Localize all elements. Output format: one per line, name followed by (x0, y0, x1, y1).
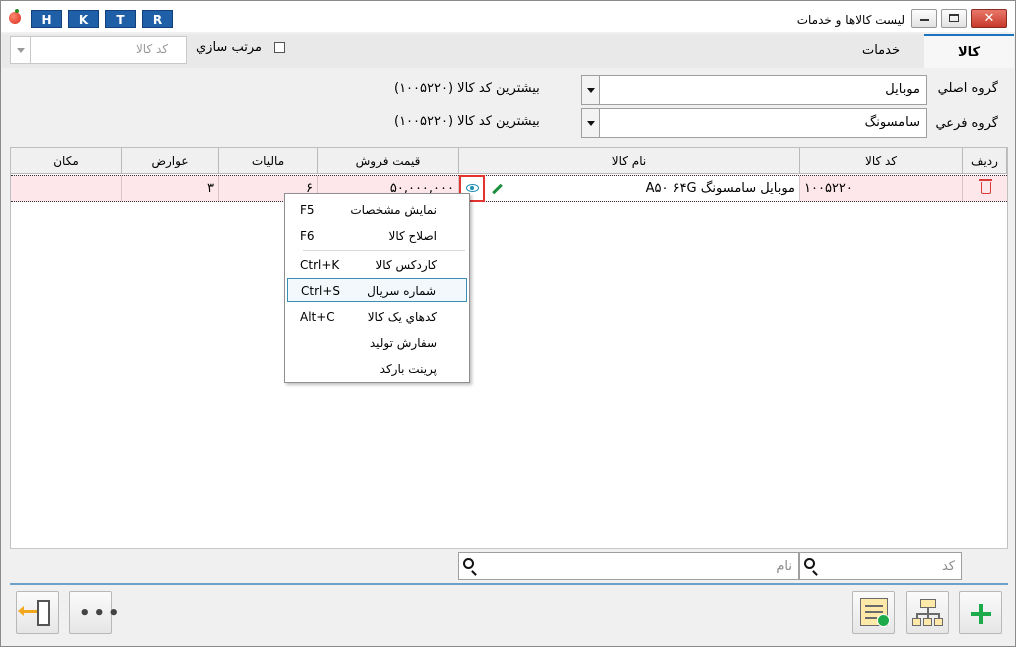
footer-divider (10, 583, 1008, 585)
close-button[interactable]: ✕ (971, 9, 1007, 28)
column-header-price[interactable]: قيمت فروش (318, 148, 459, 174)
exit-arrow-icon (18, 606, 37, 616)
search-bar: نام کد (10, 548, 1008, 582)
menu-item-edit-goods[interactable]: اصلاح کالا F6 (287, 224, 467, 248)
group-tree-button[interactable] (906, 591, 949, 634)
menu-item-shortcut: F6 (300, 229, 315, 243)
menu-item-print-barcode[interactable]: پرينت بارکد (287, 357, 467, 381)
main-group-max-code: بيشترين کد کالا (۱۰۰۵۲۲۰) (394, 81, 540, 96)
add-goods-button[interactable] (959, 591, 1002, 634)
close-icon: ✕ (983, 11, 995, 26)
eye-icon (466, 184, 479, 192)
main-group-select[interactable]: موبايل (581, 75, 927, 105)
sub-group-value: سامسونگ (864, 115, 920, 130)
menu-item-label: سفارش توليد (369, 336, 437, 350)
menu-item-goods-cardex[interactable]: کاردکس کالا Ctrl+K (287, 253, 467, 277)
maximize-icon (949, 14, 959, 22)
search-icon (804, 558, 815, 569)
menu-item-label: نمايش مشخصات (350, 203, 437, 217)
sub-group-label: گروه فرعي (935, 116, 998, 131)
column-header-location[interactable]: مکان (11, 148, 122, 174)
more-dots-icon: ••• (79, 603, 123, 624)
cell-location (11, 176, 122, 201)
sort-field-select[interactable]: کد کالا (10, 36, 187, 64)
menu-item-serial-number[interactable]: شماره سريال Ctrl+S (287, 278, 467, 302)
tree-child-icon (934, 618, 943, 626)
menu-item-show-details[interactable]: نمايش مشخصات F5 (287, 198, 467, 222)
name-search-placeholder: نام (776, 559, 792, 574)
menu-item-label: کدهاي يک کالا (367, 310, 437, 324)
menu-item-shortcut: F5 (300, 203, 315, 217)
menu-item-label: پرينت بارکد (379, 362, 437, 376)
menu-item-goods-codes[interactable]: کدهاي يک کالا Alt+C (287, 305, 467, 329)
main-group-value: موبايل (885, 82, 920, 97)
edit-pencil-icon[interactable] (492, 183, 503, 195)
menu-item-shortcut: Ctrl+S (301, 284, 341, 298)
code-search-input[interactable]: کد (799, 552, 962, 580)
goods-grid: مکان عوارض ماليات قيمت فروش نام کالا کد … (10, 147, 1008, 549)
chevron-down-icon (11, 37, 31, 63)
more-options-button[interactable]: ••• (69, 591, 120, 634)
sub-group-max-code: بيشترين کد کالا (۱۰۰۵۲۲۰) (394, 114, 540, 129)
cell-duties: ۳ (122, 176, 219, 201)
menu-item-label: کاردکس کالا (375, 258, 437, 272)
menu-item-label: اصلاح کالا (388, 229, 437, 243)
goods-list-window: H K T R ليست كالاها و خدمات ✕ كالا خدمات… (0, 0, 1016, 647)
cell-code: ۱۰۰۵۲۲۰ (800, 176, 963, 201)
chevron-down-icon[interactable] (582, 109, 600, 137)
shortcut-button-h[interactable]: H (31, 10, 62, 28)
name-search-input[interactable]: نام (458, 552, 799, 580)
menu-item-label: شماره سريال (367, 284, 436, 298)
cell-row-actions (963, 176, 1007, 201)
menu-item-shortcut: Alt+C (300, 310, 335, 324)
goods-list-report-button[interactable] (852, 591, 895, 634)
minimize-icon (920, 19, 929, 21)
maximize-button[interactable] (941, 9, 967, 28)
tab-services[interactable]: خدمات (837, 34, 925, 68)
delete-trash-icon[interactable] (979, 179, 992, 194)
tree-root-icon (920, 599, 936, 608)
search-icon (463, 558, 474, 569)
window-title: ليست كالاها و خدمات (796, 13, 905, 27)
cell-name-text: موبايل سامسونگ A۵۰ ۶۴G (645, 181, 795, 196)
cell-name: موبايل سامسونگ A۵۰ ۶۴G (459, 175, 800, 202)
sort-checkbox[interactable] (274, 42, 285, 53)
exit-button[interactable] (16, 591, 59, 634)
shortcut-button-r[interactable]: R (142, 10, 173, 28)
main-group-label: گروه اصلي (937, 81, 998, 96)
exit-door-icon (37, 600, 50, 626)
table-row[interactable]: ۳ ۶ ۵۰,۰۰۰,۰۰۰ موبايل سامسونگ A۵۰ ۶۴G ۱۰… (11, 175, 1007, 202)
menu-separator (303, 250, 465, 251)
tab-goods[interactable]: كالا (924, 34, 1014, 68)
chevron-down-icon[interactable] (582, 76, 600, 104)
refresh-badge-icon (877, 614, 890, 627)
column-header-code[interactable]: کد کالا (800, 148, 963, 174)
context-menu: نمايش مشخصات F5 اصلاح کالا F6 کاردکس کال… (284, 193, 470, 383)
sort-label: مرتب سازي (196, 40, 262, 55)
column-header-duties[interactable]: عوارض (122, 148, 219, 174)
code-search-placeholder: کد (941, 559, 955, 574)
minimize-button[interactable] (911, 9, 937, 28)
title-bar: H K T R ليست كالاها و خدمات ✕ (1, 1, 1015, 32)
column-header-row[interactable]: رديف (963, 148, 1007, 174)
sort-field-placeholder: کد کالا (135, 42, 168, 56)
sub-group-select[interactable]: سامسونگ (581, 108, 927, 138)
app-logo-icon (9, 9, 21, 24)
menu-item-production-order[interactable]: سفارش توليد (287, 331, 467, 355)
menu-item-shortcut: Ctrl+K (300, 258, 340, 272)
tree-child-icon (923, 618, 932, 626)
column-header-tax[interactable]: ماليات (219, 148, 318, 174)
tree-child-icon (912, 618, 921, 626)
shortcut-button-t[interactable]: T (105, 10, 136, 28)
tab-bar: كالا خدمات مرتب سازي کد کالا (2, 34, 1014, 68)
shortcut-button-k[interactable]: K (68, 10, 99, 28)
column-header-name[interactable]: نام کالا (459, 148, 800, 174)
